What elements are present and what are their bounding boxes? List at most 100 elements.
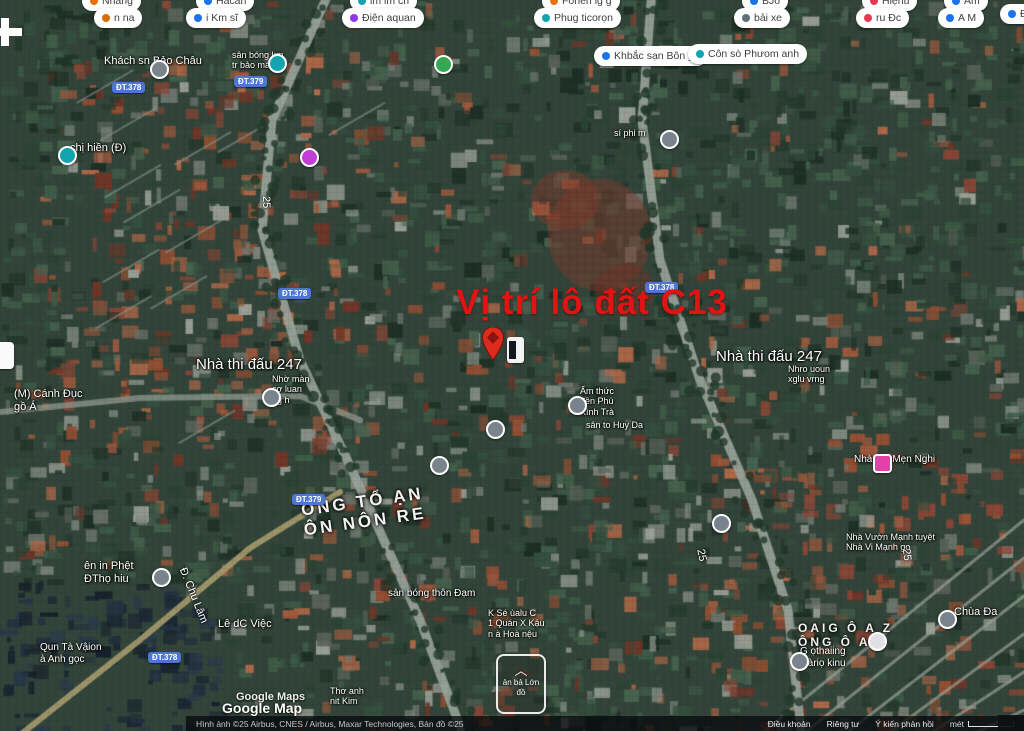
poi-pill-label: Khbắc sạn Bôn ya (614, 50, 699, 62)
map-label-line: sân to Huy Da (586, 420, 643, 430)
map-label: Thơ anhnit Kim (330, 686, 364, 707)
larger-map-line1: ản bả (503, 678, 523, 687)
poi-pill[interactable]: n na (94, 8, 142, 28)
poi-pill[interactable]: Điện aquan (342, 8, 424, 28)
map-label-line: ĐThọ hiu (84, 573, 134, 586)
map-label-line: Thơ anh (330, 686, 364, 696)
map-label-line: Nhà thi đấu 247 (716, 348, 822, 365)
poi-pill[interactable]: Đa (1000, 4, 1024, 24)
map-label-line: (M) Cánh Đục (14, 388, 82, 401)
keyboard-shortcuts-box[interactable] (998, 715, 1024, 731)
poi-pill[interactable]: i Km sĩ (186, 8, 246, 28)
poi-marker-icon[interactable] (262, 388, 281, 407)
road-label: 25 (260, 196, 272, 208)
poi-marker-icon[interactable] (430, 456, 449, 475)
map-label: Nhà thi đấu 247 (716, 348, 822, 365)
poi-marker-icon[interactable] (868, 632, 887, 651)
map-label: Nhà Trọ Mẹn Nghi (854, 454, 935, 466)
map-label: K Sé ùalu C1 Quán X Kậun à Hoà nệu (488, 608, 545, 639)
poi-marker-icon[interactable] (486, 420, 505, 439)
poi-pill[interactable]: Côn sò Phưom anh (688, 44, 807, 64)
poi-marker-icon[interactable] (58, 146, 77, 165)
map-label: ên in PhệtĐThọ hiu (84, 560, 134, 585)
poi-pill-label: A M (958, 12, 976, 24)
poi-pill-label: n na (114, 12, 134, 24)
poi-marker-icon[interactable] (790, 652, 809, 671)
poi-category-icon (194, 14, 202, 22)
poi-pill-label: Hiệnu (882, 0, 909, 7)
poi-pill-label: Đa (1020, 8, 1024, 20)
map-label: Lê dC Việc (218, 618, 272, 631)
map-label-line: Nhờ màn (272, 374, 309, 384)
map-label-line: Nhà thi đấu 247 (196, 356, 302, 373)
poi-marker-icon[interactable] (712, 514, 731, 533)
map-label: sân to Huy Da (586, 420, 643, 430)
poi-category-icon (742, 14, 750, 22)
poi-pill-label: ru Đc (876, 12, 901, 24)
poi-pill-label: Điện aquan (362, 12, 416, 24)
poi-marker-icon[interactable] (938, 610, 957, 629)
poi-pill-label: Nhang (102, 0, 133, 7)
location-pin-icon[interactable] (482, 327, 504, 361)
map-label-line: n à Hoà nệu (488, 629, 545, 639)
poi-marker-icon[interactable] (268, 54, 287, 73)
building-highlight-icon (507, 337, 524, 363)
poi-marker-icon[interactable] (660, 130, 679, 149)
poi-category-icon (1008, 10, 1016, 18)
map-viewport: Vị trí lô đất C13 ︿ ản bả Lớn đồ Google … (0, 0, 1024, 731)
poi-category-icon (550, 0, 558, 5)
map-label-line: sản bóng thôn Đạm (388, 588, 475, 600)
poi-pill-label: Phug ticorọn (554, 12, 613, 24)
poi-marker-icon[interactable] (568, 396, 587, 415)
route-badge: ĐT.379 (234, 76, 267, 87)
map-label-line: à Anh gọc (40, 654, 102, 666)
poi-marker-icon[interactable] (300, 148, 319, 167)
scale-label: mét (950, 719, 964, 729)
google-watermark[interactable]: Google Map (222, 700, 302, 716)
map-label: (M) Cánh Đụcgồ Á (14, 388, 82, 413)
map-label-line: Nhà Vườn Mạnh tuyệt (846, 532, 935, 542)
map-label: Nhro uounxglu vrng (788, 364, 830, 385)
map-label-line: gồ Á (14, 401, 82, 414)
cut-label-icon (0, 342, 14, 369)
map-label-line: Lê dC Việc (218, 618, 272, 631)
map-label-line: chị hiền (Đ) (70, 142, 126, 155)
privacy-link[interactable]: Riêng tư (827, 719, 860, 729)
feedback-link[interactable]: Ý kiến phản hồi (875, 719, 934, 729)
cut-plus-icon (0, 18, 22, 46)
poi-marker-icon[interactable] (434, 55, 453, 74)
map-label-line: Nhà Vi Mạnh gọ (846, 542, 935, 552)
poi-pill-label: Côn sò Phưom anh (708, 48, 799, 60)
map-label-line: ên in Phệt (84, 560, 134, 573)
poi-pill[interactable]: A M (938, 8, 984, 28)
poi-marker-icon[interactable] (873, 454, 892, 473)
poi-pill-label: Am (964, 0, 980, 7)
poi-category-icon (750, 0, 758, 5)
map-label-line: Ẩm thức (580, 386, 614, 396)
poi-pill[interactable]: ru Đc (856, 8, 909, 28)
larger-map-control[interactable]: ︿ ản bả Lớn đồ (496, 654, 546, 714)
poi-marker-icon[interactable] (152, 568, 171, 587)
poi-category-icon (602, 52, 610, 60)
route-badge: ĐT.378 (148, 652, 181, 663)
poi-category-icon (102, 14, 110, 22)
map-label: Chùa Đa (954, 606, 997, 619)
map-label-line: 1 Quán X Kậu (488, 618, 545, 628)
poi-pill[interactable]: Phug ticorọn (534, 8, 621, 28)
terms-link[interactable]: Điều khoản (768, 719, 811, 729)
map-label-line: xglu vrng (788, 374, 830, 384)
route-badge: ĐT.378 (278, 288, 311, 299)
map-label: chị hiền (Đ) (70, 142, 126, 155)
poi-pill-label: i Km sĩ (206, 12, 238, 24)
poi-pill[interactable]: bải xe (734, 8, 790, 28)
poi-pill-label: Hacan (216, 0, 246, 7)
poi-pill-label: bải xe (754, 12, 782, 24)
map-label-line: sí phi m (614, 128, 646, 138)
poi-marker-icon[interactable] (150, 60, 169, 79)
annotation-title: Vị trí lô đất C13 (456, 283, 728, 323)
poi-pill-label: Fonen ig g (562, 0, 612, 7)
poi-category-icon (90, 0, 98, 5)
chevron-up-icon: ︿ (498, 664, 544, 678)
map-label: Nhà thi đấu 247 (196, 356, 302, 373)
route-badge: ĐT.378 (112, 82, 145, 93)
